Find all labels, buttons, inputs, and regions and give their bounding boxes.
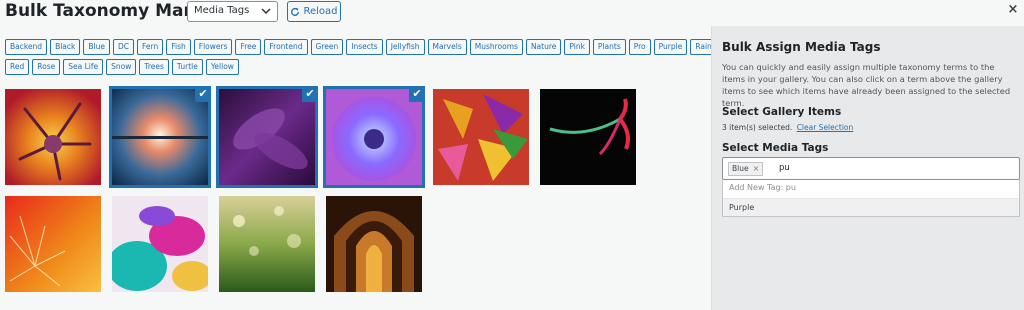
tag-chip-blue: Blue × [728, 162, 764, 176]
term-button-purple[interactable]: Purple [653, 39, 688, 55]
gallery-item-arches[interactable] [326, 196, 422, 292]
term-button-pro[interactable]: Pro [628, 39, 651, 55]
taxonomy-select-value: Media Tags [194, 5, 250, 16]
term-row-2: Red Rose Sea Life Snow Trees Turtle Yellow [5, 59, 239, 75]
selection-status: 3 item(s) selected. Clear Selection [722, 123, 853, 132]
purple-leaves-image [219, 89, 315, 185]
reload-label: Reload [303, 6, 338, 17]
term-button-green[interactable]: Green [310, 39, 344, 55]
tag-chip-label: Blue [732, 164, 749, 173]
sidebar: Bulk Assign Media Tags You can quickly a… [711, 26, 1024, 310]
term-button-trees[interactable]: Trees [139, 59, 169, 75]
term-button-plants[interactable]: Plants [592, 39, 626, 55]
gallery-item-dandelion[interactable] [5, 196, 101, 292]
gallery-item-sunset-reflection[interactable]: ✔ [109, 86, 211, 188]
selected-check-icon: ✔ [409, 89, 422, 102]
selected-count: 3 item(s) selected. [722, 123, 793, 132]
gallery-item-chrysanthemum[interactable]: ✔ [323, 86, 425, 188]
term-button-black[interactable]: Black [50, 39, 81, 55]
term-button-marvels[interactable]: Marvels [427, 39, 467, 55]
term-button-sea-life[interactable]: Sea Life [63, 59, 104, 75]
tag-search-input[interactable]: pu [779, 163, 790, 173]
term-button-nature[interactable]: Nature [525, 39, 562, 55]
gallery-item-autumn-leaves[interactable] [433, 89, 529, 185]
tag-suggestions-dropdown: Add New Tag: pu Purple [722, 180, 1020, 217]
select-items-heading: Select Gallery Items [722, 106, 842, 118]
taxonomy-select[interactable]: Media Tags [187, 1, 278, 22]
remove-tag-icon[interactable]: × [753, 163, 760, 175]
gallery: ✔ ✔ ✔ [5, 86, 705, 294]
grass-bokeh-image [219, 196, 315, 292]
term-button-pink[interactable]: Pink [564, 39, 590, 55]
reload-button[interactable]: Reload [287, 1, 341, 22]
select-tags-heading: Select Media Tags [722, 142, 829, 154]
term-button-turtle[interactable]: Turtle [171, 59, 203, 75]
add-new-tag-option[interactable]: Add New Tag: pu [729, 183, 796, 192]
red-flower-black-image [540, 89, 636, 185]
chevron-down-icon [261, 8, 271, 15]
term-button-fern[interactable]: Fern [137, 39, 164, 55]
term-button-blue[interactable]: Blue [83, 39, 110, 55]
sidebar-description: You can quickly and easily assign multip… [722, 62, 1011, 108]
selected-check-icon: ✔ [302, 89, 315, 102]
term-button-fish[interactable]: Fish [166, 39, 191, 55]
term-button-rose[interactable]: Rose [32, 59, 61, 75]
gallery-item-purple-leaves[interactable]: ✔ [216, 86, 318, 188]
gallery-item-red-flower-black[interactable] [540, 89, 636, 185]
close-icon[interactable]: × [1006, 3, 1020, 17]
selected-check-icon: ✔ [195, 89, 208, 102]
gallery-item-flower-macro[interactable] [5, 89, 101, 185]
top-bar: Bulk Taxonomy Manager Media Tags Reload … [0, 0, 1024, 26]
term-button-backend[interactable]: Backend [5, 39, 48, 55]
gallery-item-grass-bokeh[interactable] [219, 196, 315, 292]
flower-macro-image [5, 89, 101, 185]
gallery-item-ink-colors[interactable] [112, 196, 208, 292]
ink-colors-image [112, 196, 208, 292]
arches-image [326, 196, 422, 292]
term-button-snow[interactable]: Snow [106, 59, 137, 75]
term-button-dc[interactable]: DC [112, 39, 134, 55]
term-button-yellow[interactable]: Yellow [205, 59, 239, 75]
dandelion-image [5, 196, 101, 292]
tag-input-box[interactable]: Blue × pu [722, 157, 1020, 180]
term-button-insects[interactable]: Insects [346, 39, 383, 55]
term-button-red[interactable]: Red [5, 59, 30, 75]
term-button-free[interactable]: Free [235, 39, 262, 55]
term-button-flowers[interactable]: Flowers [193, 39, 233, 55]
suggestion-purple[interactable]: Purple [723, 198, 1019, 216]
clear-selection-link[interactable]: Clear Selection [797, 123, 854, 132]
term-row-1: Backend Black Blue DC Fern Fish Flowers Free Fro… [5, 39, 733, 55]
autumn-leaves-image [433, 89, 529, 185]
reload-icon [291, 7, 300, 16]
term-button-jellyfish[interactable]: Jellyfish [385, 39, 425, 55]
term-button-mushrooms[interactable]: Mushrooms [469, 39, 523, 55]
sunset-reflection-image [112, 89, 208, 185]
sidebar-title: Bulk Assign Media Tags [722, 40, 881, 54]
chrysanthemum-image [326, 89, 422, 185]
term-button-frontend[interactable]: Frontend [264, 39, 308, 55]
